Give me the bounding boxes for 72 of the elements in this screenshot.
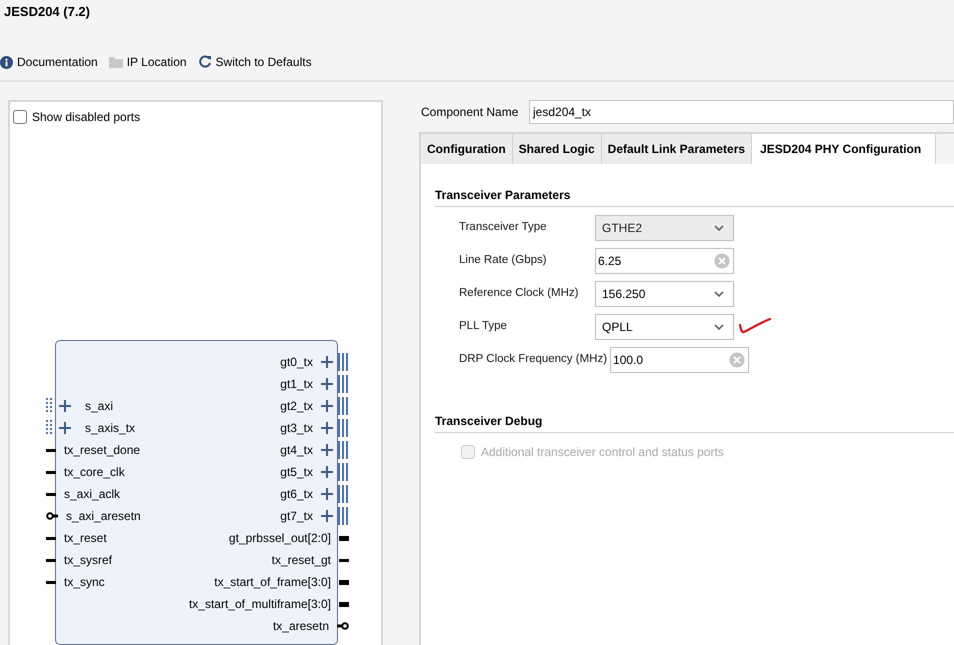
- tab[interactable]: Shared Logic: [512, 134, 602, 164]
- port-label: s_axi_aclk: [64, 486, 120, 504]
- port-label: s_axi_aresetn: [66, 508, 141, 526]
- dropdown[interactable]: QPLL: [595, 314, 734, 340]
- toolbar-button[interactable]: Switch to Defaults: [198, 53, 312, 72]
- expand-plus-icon[interactable]: [321, 510, 333, 522]
- port-label: gt0_tx: [280, 354, 313, 372]
- port-label: s_axis_tx: [85, 420, 136, 438]
- port-label: tx_reset_gt: [272, 552, 331, 570]
- bus-pin-icon: [337, 463, 349, 482]
- input-field[interactable]: jesd204_tx: [529, 100, 954, 124]
- toolbar-button[interactable]: IP Location: [108, 53, 187, 72]
- port-label: gt6_tx: [280, 486, 313, 504]
- refresh-icon: [198, 55, 212, 70]
- bus-pin-icon: [337, 419, 349, 438]
- bus-pin-icon: [337, 485, 349, 504]
- inverted-pin-icon: [46, 512, 58, 520]
- expand-plus-icon[interactable]: [321, 444, 333, 456]
- field-label: DRP Clock Frequency (MHz): [458, 352, 608, 367]
- expand-plus-icon[interactable]: [59, 422, 71, 434]
- dropdown[interactable]: 156.250: [595, 280, 734, 307]
- expand-plus-icon[interactable]: [321, 422, 333, 434]
- port-label: gt7_tx: [280, 508, 313, 526]
- chevron-down-icon: [713, 224, 725, 232]
- field-label: PLL Type: [458, 318, 508, 334]
- bus-pin-icon: [337, 441, 349, 460]
- port-label: gt_prbssel_out[2:0]: [228, 530, 331, 548]
- tab[interactable]: Default Link Parameters: [602, 134, 752, 164]
- expand-plus-icon[interactable]: [59, 400, 71, 412]
- section-heading: Transceiver Debug: [435, 412, 954, 434]
- port-label: gt4_tx: [280, 442, 313, 460]
- bus-pin-icon: [337, 507, 349, 526]
- port-label: s_axi: [85, 398, 114, 416]
- field-label: Transceiver Type: [458, 220, 548, 235]
- port-label: tx_core_clk: [64, 464, 125, 482]
- bus-pin-icon: [337, 353, 349, 372]
- input-field[interactable]: 100.0: [610, 346, 750, 373]
- expand-plus-icon[interactable]: [321, 378, 333, 390]
- port-label: gt2_tx: [280, 398, 313, 416]
- chevron-down-icon: [713, 290, 725, 298]
- input-field[interactable]: 6.25: [595, 248, 734, 274]
- checkbox[interactable]: [13, 110, 27, 124]
- bus-pin-icon: [337, 397, 349, 416]
- section-heading: Transceiver Parameters: [435, 186, 954, 208]
- expand-plus-icon[interactable]: [321, 356, 333, 368]
- check-mark-drawing: [738, 318, 772, 336]
- expand-plus-icon[interactable]: [321, 400, 333, 412]
- port-label: tx_reset: [64, 530, 107, 548]
- port-label: gt5_tx: [280, 464, 313, 482]
- toolbar-button[interactable]: Documentation: [0, 53, 98, 72]
- port-label: tx_aresetn: [272, 618, 329, 636]
- field-label: Line Rate (Gbps): [458, 252, 548, 268]
- expand-plus-icon[interactable]: [321, 466, 333, 478]
- checkbox-label: Show disabled ports: [32, 109, 140, 126]
- port-label: tx_reset_done: [64, 442, 140, 460]
- window-title: JESD204 (7.2): [4, 2, 90, 21]
- chevron-down-icon: [713, 322, 725, 331]
- field-label: Component Name: [420, 104, 520, 122]
- port-label: tx_start_of_frame[3:0]: [214, 574, 331, 592]
- expand-plus-icon[interactable]: [321, 488, 333, 500]
- port-label: gt1_tx: [280, 376, 313, 394]
- checkbox-label: Additional transceiver control and status ports: [481, 444, 724, 462]
- field-label: Reference Clock (MHz): [458, 286, 580, 301]
- port-label: tx_sync: [64, 574, 105, 592]
- port-label: gt3_tx: [280, 420, 313, 438]
- folder-icon: [108, 56, 123, 68]
- tab[interactable]: Configuration: [421, 134, 513, 164]
- inverted-pin-icon: [337, 622, 349, 630]
- bus-pin-icon: [337, 375, 349, 394]
- port-label: tx_sysref: [64, 552, 112, 570]
- port-label: tx_start_of_multiframe[3:0]: [188, 596, 331, 614]
- tab[interactable]: JESD204 PHY Configuration: [752, 134, 936, 164]
